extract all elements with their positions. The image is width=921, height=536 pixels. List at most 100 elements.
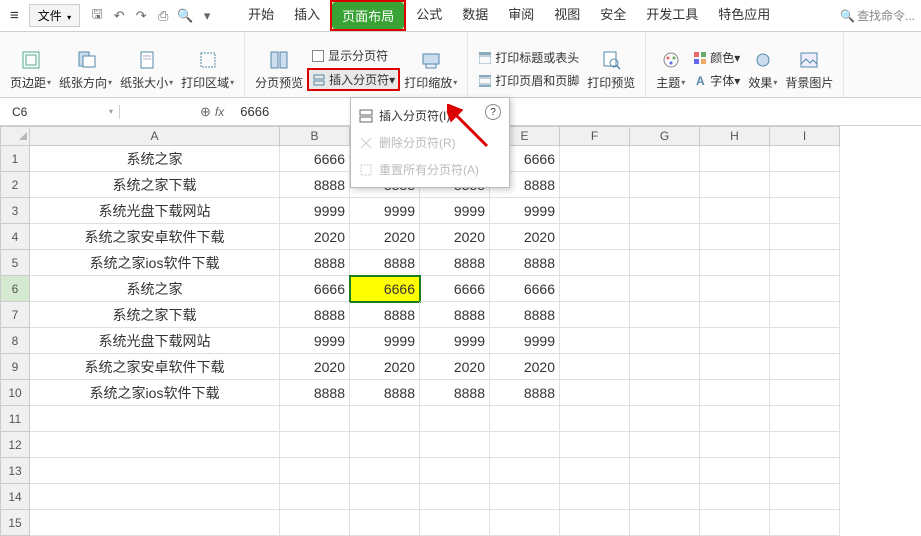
cell-D9[interactable]: 2020 <box>420 354 490 380</box>
cell-G7[interactable] <box>630 302 700 328</box>
cell-D12[interactable] <box>420 432 490 458</box>
col-header-B[interactable]: B <box>280 126 350 146</box>
paper-size-button[interactable]: 纸张大小▾ <box>116 48 177 91</box>
cell-G12[interactable] <box>630 432 700 458</box>
row-header-13[interactable]: 13 <box>0 458 30 484</box>
cell-I7[interactable] <box>770 302 840 328</box>
row-header-7[interactable]: 7 <box>0 302 30 328</box>
col-header-A[interactable]: A <box>30 126 280 146</box>
row-header-11[interactable]: 11 <box>0 406 30 432</box>
cell-E11[interactable] <box>490 406 560 432</box>
cell-E6[interactable]: 6666 <box>490 276 560 302</box>
tab-special[interactable]: 特色应用 <box>708 0 780 31</box>
cell-F9[interactable] <box>560 354 630 380</box>
cell-E9[interactable]: 2020 <box>490 354 560 380</box>
cell-I14[interactable] <box>770 484 840 510</box>
cell-E4[interactable]: 2020 <box>490 224 560 250</box>
cell-G1[interactable] <box>630 146 700 172</box>
cell-A8[interactable]: 系统光盘下载网站 <box>30 328 280 354</box>
cell-G15[interactable] <box>630 510 700 536</box>
row-header-3[interactable]: 3 <box>0 198 30 224</box>
cell-I11[interactable] <box>770 406 840 432</box>
cell-A5[interactable]: 系统之家ios软件下载 <box>30 250 280 276</box>
cell-D4[interactable]: 2020 <box>420 224 490 250</box>
cell-B3[interactable]: 9999 <box>280 198 350 224</box>
cell-I12[interactable] <box>770 432 840 458</box>
tab-formulas[interactable]: 公式 <box>406 0 452 31</box>
cell-A15[interactable] <box>30 510 280 536</box>
cell-G8[interactable] <box>630 328 700 354</box>
cell-C5[interactable]: 8888 <box>350 250 420 276</box>
row-header-15[interactable]: 15 <box>0 510 30 536</box>
cell-C7[interactable]: 8888 <box>350 302 420 328</box>
cell-D14[interactable] <box>420 484 490 510</box>
tab-page-layout[interactable]: 页面布局 <box>332 2 404 29</box>
cell-D5[interactable]: 8888 <box>420 250 490 276</box>
cell-F14[interactable] <box>560 484 630 510</box>
cell-H12[interactable] <box>700 432 770 458</box>
color-button[interactable]: 颜色▾ <box>689 47 744 68</box>
cell-E12[interactable] <box>490 432 560 458</box>
cell-I4[interactable] <box>770 224 840 250</box>
cell-A14[interactable] <box>30 484 280 510</box>
cell-A11[interactable] <box>30 406 280 432</box>
cell-F5[interactable] <box>560 250 630 276</box>
cell-H15[interactable] <box>700 510 770 536</box>
cell-A13[interactable] <box>30 458 280 484</box>
col-header-H[interactable]: H <box>700 126 770 146</box>
cell-C3[interactable]: 9999 <box>350 198 420 224</box>
name-box[interactable]: C6 ▾ <box>0 105 120 119</box>
tab-view[interactable]: 视图 <box>544 0 590 31</box>
cell-E10[interactable]: 8888 <box>490 380 560 406</box>
print-titles-button[interactable]: 打印标题或表头 <box>474 47 583 68</box>
tab-security[interactable]: 安全 <box>590 0 636 31</box>
cell-D8[interactable]: 9999 <box>420 328 490 354</box>
cell-G14[interactable] <box>630 484 700 510</box>
cell-I9[interactable] <box>770 354 840 380</box>
cell-I15[interactable] <box>770 510 840 536</box>
zoom-icon[interactable]: ⊕ <box>200 104 211 120</box>
cell-H2[interactable] <box>700 172 770 198</box>
row-header-12[interactable]: 12 <box>0 432 30 458</box>
cell-H6[interactable] <box>700 276 770 302</box>
font-button[interactable]: A 字体▾ <box>689 70 744 91</box>
cell-C8[interactable]: 9999 <box>350 328 420 354</box>
bg-image-button[interactable]: 背景图片 <box>781 48 837 91</box>
cell-B10[interactable]: 8888 <box>280 380 350 406</box>
cell-I8[interactable] <box>770 328 840 354</box>
cell-H9[interactable] <box>700 354 770 380</box>
cell-G10[interactable] <box>630 380 700 406</box>
cell-E15[interactable] <box>490 510 560 536</box>
orientation-button[interactable]: 纸张方向▾ <box>55 48 116 91</box>
cell-H11[interactable] <box>700 406 770 432</box>
row-header-8[interactable]: 8 <box>0 328 30 354</box>
tab-home[interactable]: 开始 <box>238 0 284 31</box>
cell-G5[interactable] <box>630 250 700 276</box>
cell-H7[interactable] <box>700 302 770 328</box>
cell-B9[interactable]: 2020 <box>280 354 350 380</box>
cell-E8[interactable]: 9999 <box>490 328 560 354</box>
cell-E3[interactable]: 9999 <box>490 198 560 224</box>
tab-dev[interactable]: 开发工具 <box>636 0 708 31</box>
cell-B13[interactable] <box>280 458 350 484</box>
row-header-5[interactable]: 5 <box>0 250 30 276</box>
cell-E13[interactable] <box>490 458 560 484</box>
cell-H1[interactable] <box>700 146 770 172</box>
more-down-icon[interactable]: ▾ <box>199 9 215 23</box>
cell-H13[interactable] <box>700 458 770 484</box>
cell-H3[interactable] <box>700 198 770 224</box>
cell-B12[interactable] <box>280 432 350 458</box>
cell-H4[interactable] <box>700 224 770 250</box>
cell-C12[interactable] <box>350 432 420 458</box>
cell-F1[interactable] <box>560 146 630 172</box>
hamburger-icon[interactable]: ≡ <box>6 7 23 24</box>
cell-G6[interactable] <box>630 276 700 302</box>
cell-D3[interactable]: 9999 <box>420 198 490 224</box>
cell-F6[interactable] <box>560 276 630 302</box>
row-header-9[interactable]: 9 <box>0 354 30 380</box>
cell-D6[interactable]: 6666 <box>420 276 490 302</box>
col-header-G[interactable]: G <box>630 126 700 146</box>
cell-H5[interactable] <box>700 250 770 276</box>
cell-I3[interactable] <box>770 198 840 224</box>
cell-I13[interactable] <box>770 458 840 484</box>
